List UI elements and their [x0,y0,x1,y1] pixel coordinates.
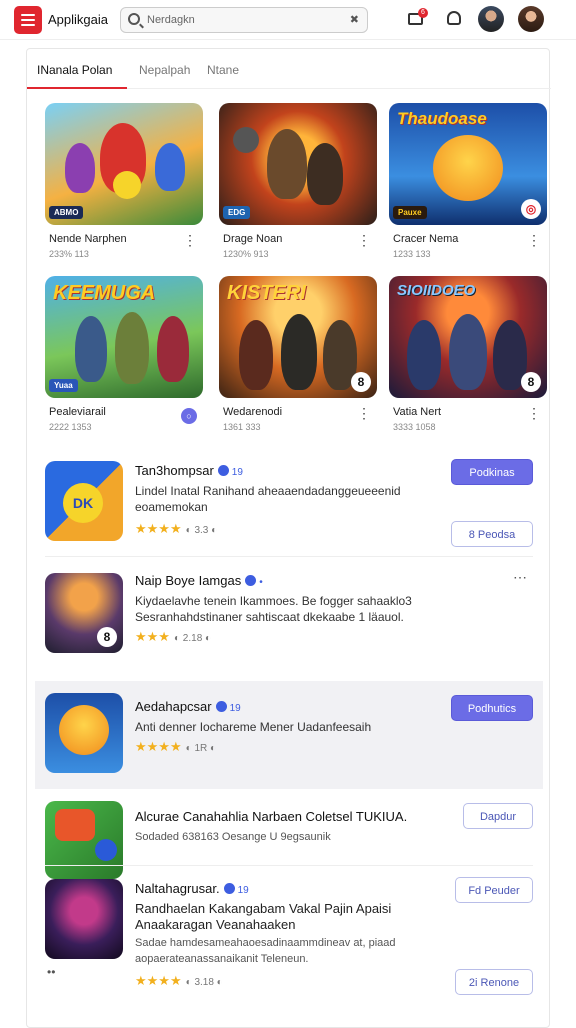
app-description: Anti denner Iochareme Mener Uadanfeesaih [135,720,372,734]
action-icon[interactable]: ○ [181,408,197,424]
game-thumbnail: EDG [219,103,377,225]
game-name: Drage Noan [223,233,283,245]
game-thumbnail: Thaudoase Pauxe ◎ [389,103,547,225]
app-description: Randhaelan Kakangabam Vakal Pajin Apaisi… [135,901,392,932]
badge-icon: ◎ [521,199,541,219]
avatar[interactable] [478,6,504,32]
tab-bar: INanala Polan Nepalpah Ntane [27,49,551,89]
game-name: Wedarenodi [223,406,283,418]
list-item[interactable]: •• Naltahagrusar. 19 Randhaelan Kakangaba… [27,877,551,1017]
game-meta: 2222 1353 [49,422,92,432]
game-tag: ABMO [49,206,84,219]
more-icon[interactable]: ⋮ [357,233,371,247]
secondary-action-button[interactable]: Fd Peuder [455,877,533,903]
app-icon [45,693,123,773]
badge-icon: 8 [521,372,541,392]
game-card[interactable]: KEEMUGA Yuaa Pealeviarail 2222 1353 ○ [45,276,203,436]
game-card[interactable]: ABMO Nende Narphen 233% 113 ⋮ [45,103,203,263]
verified-icon [223,883,235,894]
game-thumbnail: SIOIIDOEO 8 [389,276,547,398]
search-input[interactable]: Nerdagkn ✖ [120,7,368,33]
secondary-action-button[interactable]: 8 Peodsa [451,521,533,547]
more-icon[interactable]: ⋯ [513,569,527,586]
app-description-secondary: Sadae hamdesameahaoesadinaammdineav at, … [135,937,396,965]
verified-icon [217,465,229,476]
game-name: Cracer Nema [393,233,459,245]
list-item[interactable]: 8 Naip Boye Iamgas • Kiydaelavhe tenein I… [27,569,551,669]
more-icon[interactable]: ⋮ [527,406,541,420]
app-title: Aedahapcsar 19 [135,699,241,714]
tab-indicator [27,87,127,89]
more-icon[interactable]: ⋮ [527,233,541,247]
clear-search-icon[interactable]: ✖ [350,13,359,26]
main-panel: INanala Polan Nepalpah Ntane ABMO Nende … [26,48,551,1028]
app-title: Alcurae Canahahlia Narbaen Coletsel TUKI… [135,809,408,824]
list-item[interactable]: DK Tan3hompsar 19 Lindel Inatal Ranihand … [27,459,551,559]
game-name: Nende Narphen [49,233,127,245]
mail-icon[interactable]: 6 [405,8,428,30]
search-icon [128,13,140,25]
app-title: Tan3hompsar 19 [135,463,243,478]
avatar[interactable] [518,6,544,32]
tab-active[interactable]: INanala Polan [37,63,112,77]
game-card[interactable]: KISTERI 8 Wedarenodi 1361 333 ⋮ [219,276,377,436]
game-meta: 233% 113 [49,249,89,259]
primary-action-button[interactable]: Podhutics [451,695,533,721]
game-card[interactable]: EDG Drage Noan 1230% 913 ⋮ [219,103,377,263]
secondary-action-button[interactable]: 2i Renone [455,969,533,995]
game-logo-text: SIOIIDOEO [397,282,476,299]
search-placeholder: Nerdagkn [147,14,195,26]
game-tag: Yuaa [49,379,78,392]
divider [45,556,533,557]
game-card[interactable]: Thaudoase Pauxe ◎ Cracer Nema 1233 133 ⋮ [389,103,547,263]
app-icon [45,879,123,959]
list-item[interactable]: Aedahapcsar 19 Anti denner Iochareme Mene… [27,693,551,783]
game-meta: 1230% 913 [223,249,269,259]
divider [45,865,533,866]
verified-icon [245,575,257,586]
game-logo-text: Thaudoase [397,109,487,128]
secondary-action-button[interactable]: Dapdur [463,803,533,829]
game-name: Pealeviarail [49,406,106,418]
app-icon: DK [45,461,123,541]
badge-icon: 8 [351,372,371,392]
notification-badge: 6 [418,8,428,18]
list-item[interactable]: Alcurae Canahahlia Narbaen Coletsel TUKI… [27,801,551,879]
more-icon[interactable]: ⋮ [357,406,371,420]
app-icon: 8 [45,573,123,653]
app-title: Naip Boye Iamgas • [135,573,263,588]
tab-nepalpah[interactable]: Nepalpah [139,63,190,77]
game-thumbnail: ABMO [45,103,203,225]
game-thumbnail: KISTERI 8 [219,276,377,398]
game-tag: Pauxe [393,206,427,219]
app-icon [45,801,123,879]
tab-ntane[interactable]: Ntane [207,63,239,77]
top-bar: Applikgaia Nerdagkn ✖ 6 [0,0,576,40]
star-rating: ★★★★ ◐ 1R ◐ [135,739,217,754]
star-rating: ★★★★ ◐ 3.3 ◐ [135,521,218,536]
more-icon[interactable]: ⋮ [183,233,197,247]
game-meta: 3333 1058 [393,422,436,432]
app-description: Lindel Inatal Ranihand aheaaendadanggeue… [135,484,401,514]
app-description: Sodaded 638163 Oesange U 9egsaunik [135,831,331,843]
game-meta: 1233 133 [393,249,431,259]
game-logo-text: KISTERI [227,282,306,304]
pagination-dots: •• [47,965,56,979]
star-rating: ★★★ ◐ 2.18 ◐ [135,629,212,644]
menu-icon[interactable] [14,6,42,34]
game-meta: 1361 333 [223,422,261,432]
app-title: Applikgaia [48,12,108,27]
game-card[interactable]: SIOIIDOEO 8 Vatia Nert 3333 1058 ⋮ [389,276,547,436]
app-title: Naltahagrusar. 19 [135,881,249,896]
app-description: Kiydaelavhe tenein Ikammoes. Be fogger s… [135,594,412,624]
verified-icon [215,701,227,712]
game-name: Vatia Nert [393,406,442,418]
game-thumbnail: KEEMUGA Yuaa [45,276,203,398]
game-tag: EDG [223,206,251,219]
bell-icon[interactable] [443,8,465,30]
star-rating: ★★★★ ◐ 3.18 ◐ [135,973,223,988]
primary-action-button[interactable]: Podkinas [451,459,533,485]
game-logo-text: KEEMUGA [53,282,156,304]
